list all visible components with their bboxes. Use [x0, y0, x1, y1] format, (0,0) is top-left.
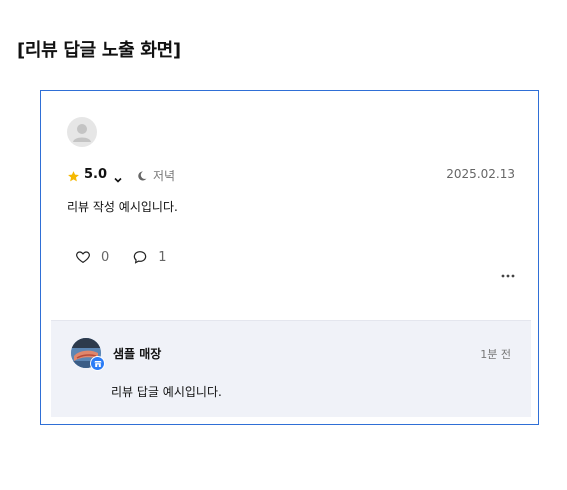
meal-time-label: 저녁: [153, 169, 176, 183]
rating-dropdown[interactable]: 5.0: [67, 167, 123, 183]
chevron-down-icon: [113, 170, 123, 183]
more-dots-icon[interactable]: [501, 263, 515, 278]
store-badge-icon: [90, 356, 105, 371]
meal-time-tag: 저녁: [136, 167, 175, 184]
review-date: 2025.02.13: [446, 167, 515, 181]
speech-bubble-icon: [132, 249, 148, 265]
store-avatar: [71, 338, 105, 371]
owner-reply: 샘플 매장 1분 전 리뷰 답글 예시입니다.: [51, 320, 531, 417]
reply-time: 1분 전: [480, 348, 511, 361]
comment-button[interactable]: 1: [132, 249, 167, 265]
comment-count: 1: [158, 249, 167, 265]
heart-icon[interactable]: [75, 249, 91, 265]
page-title: [리뷰 답글 노출 화면]: [17, 40, 181, 61]
user-placeholder-icon: [67, 117, 97, 147]
preview-frame: 5.0 저녁 2025.02.13 리뷰 작성 예시입니다. 0 1 샘플 매장…: [40, 90, 539, 425]
review-card: 5.0 저녁 2025.02.13 리뷰 작성 예시입니다. 0 1: [51, 91, 531, 321]
store-name: 샘플 매장: [113, 347, 162, 361]
review-meta-row: 5.0 저녁 2025.02.13: [67, 167, 515, 185]
star-icon: [67, 168, 80, 182]
moon-icon: [136, 170, 148, 182]
rating-score: 5.0: [84, 167, 108, 182]
like-count: 0: [101, 249, 110, 265]
review-text: 리뷰 작성 예시입니다.: [67, 200, 178, 214]
reply-text: 리뷰 답글 예시입니다.: [111, 385, 222, 399]
review-actions: 0 1: [75, 249, 167, 265]
